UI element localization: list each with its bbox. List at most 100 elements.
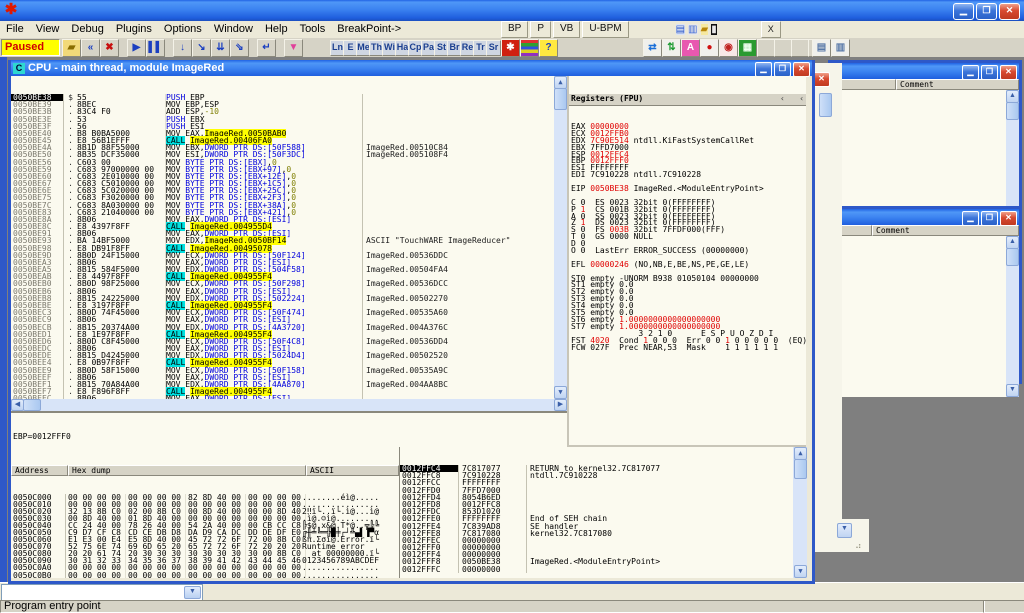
menu-plugins[interactable]: Plugins bbox=[110, 21, 158, 35]
menu-view[interactable]: View bbox=[30, 21, 66, 35]
minimize-button[interactable]: ▁ bbox=[953, 3, 974, 20]
hex-dump-pane[interactable]: Address Hex dump ASCII 0050C00000 00 00 … bbox=[11, 447, 399, 578]
register-line[interactable]: T 0 GS 0000 NULL bbox=[569, 234, 806, 241]
log-icon[interactable]: ▥ bbox=[687, 23, 698, 36]
stack-row[interactable]: 0012FFF000000000 bbox=[400, 544, 793, 551]
console-icon[interactable]: ▮ bbox=[710, 23, 718, 36]
breakpoint-icon[interactable]: ● bbox=[700, 39, 719, 57]
command-combobox[interactable]: ▼ bbox=[1, 584, 203, 601]
disassembly-pane[interactable]: 0050BE38$55PUSH EBP0050BE39.8BECMOV EBP,… bbox=[11, 76, 567, 399]
vertical-scrollbar[interactable]: ▲ ▼ bbox=[1006, 236, 1019, 397]
stack-row[interactable]: 0012FFD80012FFC8 bbox=[400, 501, 793, 508]
column-address[interactable]: Address bbox=[11, 465, 68, 476]
animate-over-icon[interactable]: ⇘ bbox=[230, 39, 249, 57]
stack-row[interactable]: 0012FFD48054B6ED bbox=[400, 494, 793, 501]
menu-help[interactable]: Help bbox=[259, 21, 294, 35]
stack-row[interactable]: 0012FFEC00000000 bbox=[400, 537, 793, 544]
registers-pane[interactable]: Registers (FPU) ‹ ‹ EAX 00000000ECX 0012… bbox=[569, 76, 806, 445]
menu-debug[interactable]: Debug bbox=[65, 21, 109, 35]
options-icon[interactable]: ✱ bbox=[501, 39, 520, 57]
disasm-horizontal-scrollbar[interactable]: ◀ ▶ bbox=[11, 399, 567, 411]
dump-column-headers[interactable]: Address Hex dump ASCII bbox=[11, 465, 399, 476]
minimize-button[interactable]: ▁ bbox=[962, 65, 979, 80]
stack-row[interactable]: 0012FFFC00000000 bbox=[400, 566, 793, 573]
register-line[interactable]: EIP 0050BE38 ImageRed.<ModuleEntryPoint> bbox=[569, 186, 806, 193]
dropdown-arrow-icon[interactable]: ▼ bbox=[184, 586, 201, 599]
column-hex-dump[interactable]: Hex dump bbox=[68, 465, 306, 476]
cpu-titlebar[interactable]: C CPU - main thread, module ImageRed ▁ ❐… bbox=[11, 60, 812, 76]
step-into-icon[interactable]: ↓ bbox=[173, 39, 192, 57]
comment-list[interactable]: ▲ ▼ bbox=[831, 90, 1019, 223]
open-file-icon[interactable]: ▰ bbox=[62, 39, 81, 57]
column-ascii[interactable]: ASCII bbox=[306, 465, 399, 476]
close-button[interactable]: ✕ bbox=[999, 3, 1020, 20]
comment-list[interactable]: ▲ ▼ bbox=[831, 236, 1019, 397]
disasm-row[interactable]: 0050BE3E.53PUSH EBX bbox=[11, 116, 554, 123]
comment-window-top-titlebar[interactable]: ▁ ❐ ✕ bbox=[831, 63, 1019, 79]
close-button[interactable]: ✕ bbox=[793, 62, 810, 77]
close-button[interactable]: ✕ bbox=[1000, 211, 1017, 226]
minimize-button[interactable]: ▁ bbox=[755, 62, 772, 77]
stack-row[interactable]: 0012FFD07FFD7000 bbox=[400, 487, 793, 494]
menu-button-p[interactable]: P bbox=[530, 21, 551, 38]
menu-breakpoint[interactable]: BreakPoint-> bbox=[331, 21, 407, 35]
comment-window-bottom[interactable]: ▁ ❐ ✕ Comment ▲ ▼ bbox=[828, 206, 1022, 384]
menu-file[interactable]: File bbox=[0, 21, 30, 35]
help-icon[interactable]: ? bbox=[539, 39, 558, 57]
run-icon[interactable]: ▶ bbox=[127, 39, 146, 57]
columns-icon[interactable]: ▥ bbox=[831, 39, 850, 57]
list-icon[interactable]: ▤ bbox=[812, 39, 831, 57]
execute-till-return-icon[interactable]: ↵ bbox=[257, 39, 276, 57]
restart-icon[interactable]: « bbox=[81, 39, 100, 57]
menu-button-vb[interactable]: VB bbox=[553, 21, 580, 38]
folder-icon[interactable]: ▰ bbox=[700, 23, 710, 36]
keypad-icon[interactable]: ▦ bbox=[738, 39, 757, 57]
column-comment[interactable]: Comment bbox=[896, 79, 1019, 90]
sort-icon[interactable]: ⇅ bbox=[662, 39, 681, 57]
maximize-button[interactable]: ❐ bbox=[981, 65, 998, 80]
close-button[interactable]: ✕ bbox=[1000, 65, 1017, 80]
stack-row[interactable]: 0012FFF80050BE38ImageRed.<ModuleEntryPoi… bbox=[400, 558, 793, 565]
menu-window[interactable]: Window bbox=[208, 21, 259, 35]
menu-close-button[interactable]: X bbox=[761, 21, 781, 38]
comment-window-bottom-titlebar[interactable]: ▁ ❐ ✕ bbox=[831, 209, 1019, 225]
menu-button-bp[interactable]: BP bbox=[501, 21, 528, 38]
close-button[interactable]: ✕ bbox=[813, 72, 830, 87]
minimize-button[interactable]: ▁ bbox=[962, 211, 979, 226]
comment-window-top[interactable]: ▁ ❐ ✕ Comment ▲ ▼ bbox=[828, 60, 1022, 210]
menu-tools[interactable]: Tools bbox=[294, 21, 332, 35]
register-line[interactable]: EDI 7C910228 ntdll.7C910228 bbox=[569, 172, 806, 179]
column-headers[interactable]: Comment bbox=[831, 225, 1019, 236]
animate-into-icon[interactable]: ⇊ bbox=[211, 39, 230, 57]
disasm-row[interactable]: 0050BE3B.83C4 F0ADD ESP,-10 bbox=[11, 108, 554, 115]
highlight-icon[interactable]: A bbox=[681, 39, 700, 57]
register-line[interactable]: EFL 00000246 (NO,NB,E,BE,NS,PE,GE,LE) bbox=[569, 262, 806, 269]
menu-button-u-bpm[interactable]: U-BPM bbox=[582, 21, 628, 38]
hidden-window-corner[interactable]: ▼ ⣠ bbox=[808, 519, 869, 552]
main-titlebar[interactable]: ✱ ▁ ❐ ✕ bbox=[0, 0, 1024, 21]
stack-row[interactable]: 0012FFE0FFFFFFFFEnd of SEH chain bbox=[400, 515, 793, 522]
stack-row[interactable]: 0012FFCCFFFFFFFF bbox=[400, 479, 793, 486]
close-process-icon[interactable]: ✖ bbox=[100, 39, 119, 57]
maximize-button[interactable]: ❐ bbox=[976, 3, 997, 20]
column-comment[interactable]: Comment bbox=[872, 225, 1019, 236]
info-pane[interactable]: EBP=0012FFF0 bbox=[11, 411, 567, 447]
disasm-vertical-scrollbar[interactable]: ▲ ▼ bbox=[554, 76, 567, 399]
scrollbar-thumb[interactable] bbox=[819, 93, 832, 117]
register-line[interactable]: FCW 027F Prec NEAR,53 Mask 1 1 1 1 1 1 bbox=[569, 345, 806, 352]
stack-pane[interactable]: 0012FFC47C817077RETURN to kernel32.7C817… bbox=[399, 447, 807, 578]
toolbar-button-sr[interactable]: Sr bbox=[486, 40, 501, 56]
restore-button[interactable]: ❐ bbox=[774, 62, 791, 77]
swap-icon[interactable]: ⇄ bbox=[643, 39, 662, 57]
spiral-icon[interactable]: ◉ bbox=[719, 39, 738, 57]
pause-icon[interactable]: ▌▌ bbox=[146, 39, 165, 57]
menu-options[interactable]: Options bbox=[158, 21, 208, 35]
registers-header[interactable]: Registers (FPU) ‹ ‹ bbox=[569, 94, 806, 106]
scroll-down-button[interactable]: ▼ bbox=[837, 523, 852, 538]
resize-grip[interactable]: ⣠ bbox=[855, 538, 867, 550]
register-line[interactable]: O 0 LastErr ERROR_SUCCESS (00000000) bbox=[569, 248, 806, 255]
appearance-icon[interactable] bbox=[520, 39, 539, 57]
maximize-button[interactable]: ❐ bbox=[981, 211, 998, 226]
stack-vertical-scrollbar[interactable]: ▲ ▼ bbox=[793, 447, 807, 578]
column-headers[interactable]: Comment bbox=[831, 79, 1019, 90]
